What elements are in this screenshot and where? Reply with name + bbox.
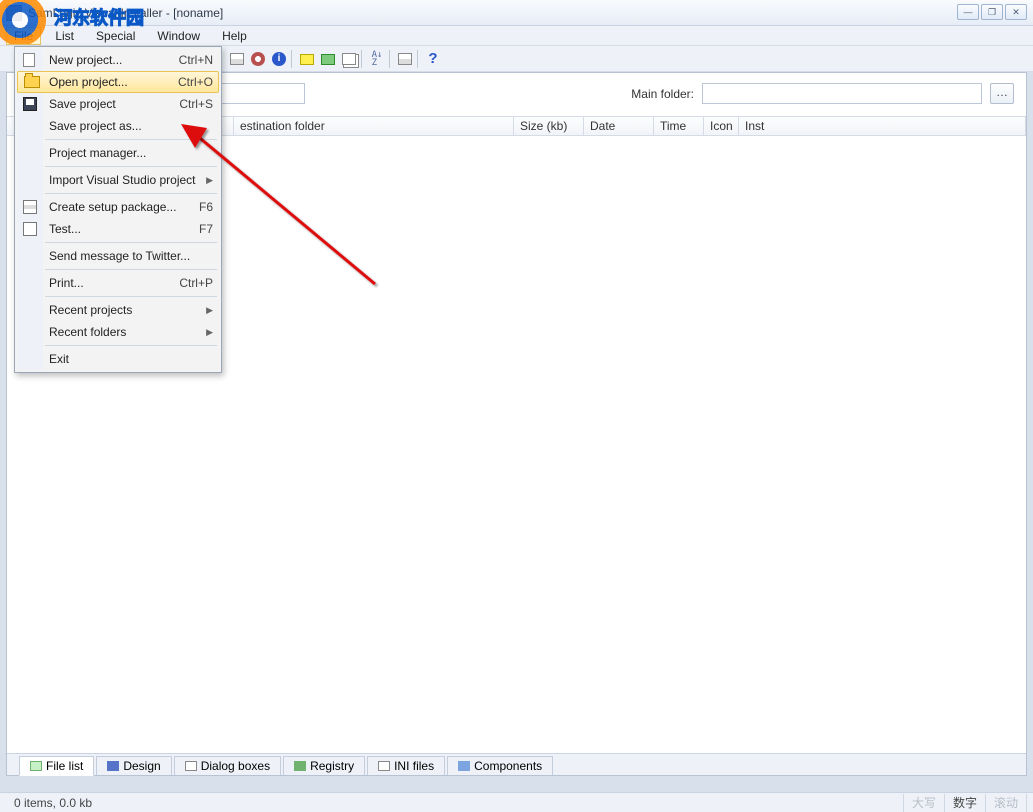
toolbar-separator (361, 50, 365, 68)
test-icon (23, 222, 37, 236)
menu-exit[interactable]: Exit (17, 348, 219, 370)
menu-create-setup[interactable]: Create setup package...F6 (17, 196, 219, 218)
tab-ini-files[interactable]: INI files (367, 756, 445, 775)
toolbar-folder-icon[interactable] (298, 50, 316, 68)
tab-design[interactable]: Design (96, 756, 171, 775)
open-project-icon (24, 76, 40, 88)
tab-components[interactable]: Components (447, 756, 553, 775)
browse-button[interactable]: … (990, 83, 1014, 104)
col-inst[interactable]: Inst (739, 117, 1026, 135)
toolbar-properties-icon[interactable] (228, 50, 246, 68)
site-stamp-icon (0, 0, 52, 44)
toolbar-folder2-icon[interactable] (319, 50, 337, 68)
main-folder-input[interactable] (702, 83, 982, 104)
site-stamp-text: 河东软件园 (54, 4, 144, 30)
col-time[interactable]: Time (654, 117, 704, 135)
status-scroll: 滚动 (986, 794, 1027, 812)
menu-save-project[interactable]: Save projectCtrl+S (17, 93, 219, 115)
menu-window[interactable]: Window (149, 27, 208, 45)
file-menu-dropdown: New project...Ctrl+N Open project...Ctrl… (14, 46, 222, 373)
toolbar-separator (389, 50, 393, 68)
toolbar-sort-icon[interactable]: A↓Z (368, 50, 386, 68)
main-folder-label: Main folder: (631, 87, 694, 101)
col-destination[interactable]: estination folder (234, 117, 514, 135)
toolbar-list-icon[interactable] (396, 50, 414, 68)
menu-bar: File List Special Window Help (0, 26, 1033, 46)
menu-test[interactable]: Test...F7 (17, 218, 219, 240)
tab-file-list[interactable]: File list (19, 756, 94, 776)
status-caps: 大写 (904, 794, 945, 812)
col-date[interactable]: Date (584, 117, 654, 135)
col-size[interactable]: Size (kb) (514, 117, 584, 135)
menu-print[interactable]: Print...Ctrl+P (17, 272, 219, 294)
tab-dialog-boxes[interactable]: Dialog boxes (174, 756, 281, 775)
menu-save-project-as[interactable]: Save project as... (17, 115, 219, 137)
restore-button[interactable]: ❐ (981, 4, 1003, 20)
save-project-icon (23, 97, 37, 111)
create-setup-icon (23, 200, 37, 214)
menu-help[interactable]: Help (214, 27, 255, 45)
toolbar-help-icon[interactable]: ? (424, 50, 442, 68)
col-icon[interactable]: Icon (704, 117, 739, 135)
menu-new-project[interactable]: New project...Ctrl+N (17, 49, 219, 71)
menu-twitter[interactable]: Send message to Twitter... (17, 245, 219, 267)
bottom-tabs: File list Design Dialog boxes Registry I… (7, 753, 1026, 775)
close-button[interactable]: ✕ (1005, 4, 1027, 20)
toolbar-disk-icon[interactable] (249, 50, 267, 68)
menu-import-vs[interactable]: Import Visual Studio project▶ (17, 169, 219, 191)
menu-open-project[interactable]: Open project...Ctrl+O (17, 71, 219, 93)
window-controls: — ❐ ✕ (957, 4, 1027, 20)
tab-registry[interactable]: Registry (283, 756, 365, 775)
status-items: 0 items, 0.0 kb (6, 794, 904, 812)
new-project-icon (23, 53, 35, 67)
toolbar-copy-icon[interactable] (340, 50, 358, 68)
status-bar: 0 items, 0.0 kb 大写 数字 滚动 (0, 792, 1033, 812)
toolbar-info-icon[interactable]: i (270, 50, 288, 68)
menu-recent-projects[interactable]: Recent projects▶ (17, 299, 219, 321)
status-num: 数字 (945, 794, 986, 812)
minimize-button[interactable]: — (957, 4, 979, 20)
menu-recent-folders[interactable]: Recent folders▶ (17, 321, 219, 343)
menu-project-manager[interactable]: Project manager... (17, 142, 219, 164)
toolbar-separator (417, 50, 421, 68)
title-bar: SamLogic Visual Installer - [noname] — ❐… (0, 0, 1033, 26)
toolbar-separator (291, 50, 295, 68)
